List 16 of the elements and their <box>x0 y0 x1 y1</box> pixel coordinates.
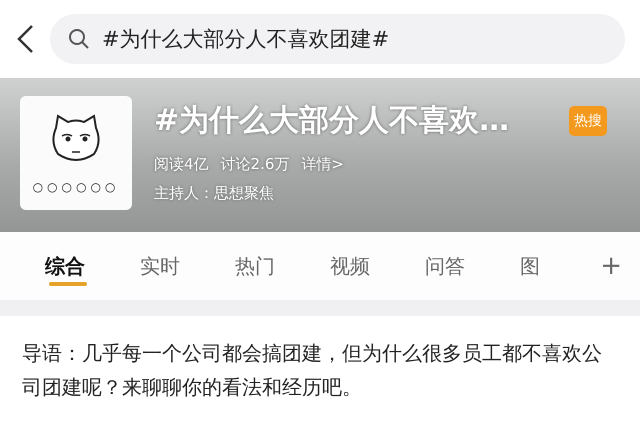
tab[interactable]: 实时 <box>140 232 180 300</box>
tab[interactable]: 视频 <box>330 232 370 300</box>
tab[interactable]: 综合 <box>45 232 85 300</box>
topic-title: #为什么大部分人不喜欢… <box>154 102 510 140</box>
hot-badge: 热搜 <box>569 106 607 136</box>
add-tab-button[interactable]: + <box>600 251 622 281</box>
tab[interactable]: 热门 <box>235 232 275 300</box>
search-icon <box>68 28 90 50</box>
tab[interactable]: 图 <box>520 232 540 300</box>
avatar-caption: ○○○○○○ <box>32 180 120 194</box>
topic-stat: 讨论2.6万 <box>220 155 290 174</box>
tab[interactable]: 问答 <box>425 232 465 300</box>
topic-stat: 阅读4亿 <box>154 155 209 174</box>
search-field[interactable]: #为什么大部分人不喜欢团建# <box>50 14 625 64</box>
intro-text: 导语：几乎每一个公司都会搞团建，但为什么很多员工都不喜欢公司团建呢？来聊聊你的看法和经历吧。 <box>21 340 603 401</box>
topic-host: 主持人：思想聚焦 <box>154 184 275 203</box>
